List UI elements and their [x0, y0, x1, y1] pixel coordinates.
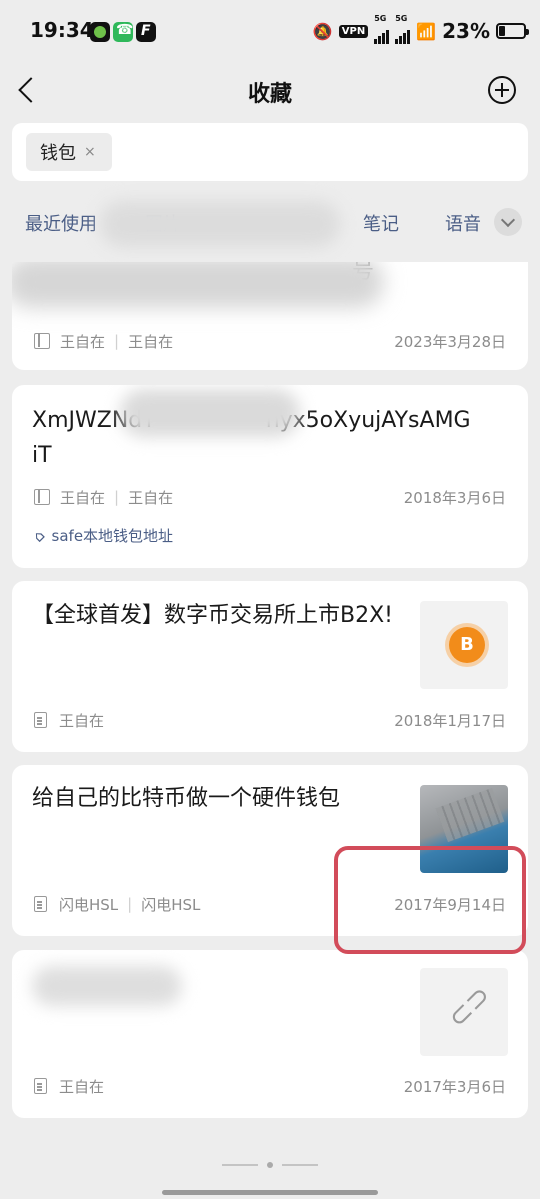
item-author: 王自在: [128, 332, 174, 351]
page-title: 收藏: [247, 82, 292, 107]
item-meta: 王自在 | 王自在 2018年3月6日: [34, 485, 506, 509]
meta-divider: |: [114, 488, 120, 506]
search-box[interactable]: 钱包 ×: [12, 123, 528, 181]
blur-mask: [32, 966, 182, 1006]
battery-percent: 23%: [442, 19, 490, 43]
tab-notes[interactable]: 笔记: [363, 210, 399, 236]
nav-bar: 收藏: [0, 64, 540, 116]
page-indicator: [0, 1160, 540, 1170]
add-icon[interactable]: [488, 76, 516, 104]
highlight-annotation: [334, 846, 526, 954]
status-bar: 19:34 🔕 VPN 5G 5G 📶 23%: [0, 0, 540, 64]
item-thumbnail: ⊂⊃: [420, 968, 508, 1056]
item-tag-label: safe本地钱包地址: [51, 527, 174, 545]
document-icon: [34, 896, 47, 912]
item-tag[interactable]: ⌂ safe本地钱包地址: [29, 525, 174, 546]
item-title-line2: iT: [32, 443, 52, 468]
tag-icon: ⌂: [29, 525, 49, 546]
item-source: 王自在: [59, 1077, 105, 1096]
status-time: 19:34: [30, 18, 94, 42]
favorite-item[interactable]: ⊂⊃ 王自在 2017年3月6日: [12, 950, 528, 1118]
cell-signal-icon: 5G: [395, 14, 411, 44]
phone-app-icon: [113, 22, 133, 42]
item-source: 王自在: [60, 332, 106, 351]
item-date: 2018年3月6日: [403, 488, 506, 507]
item-source: 闪电HSL: [59, 895, 119, 914]
battery-icon: [496, 23, 529, 39]
notebook-icon: [34, 333, 50, 349]
item-thumbnail: B: [420, 601, 508, 689]
item-source: 王自在: [60, 488, 106, 507]
item-date: 2018年1月17日: [394, 711, 506, 730]
item-title: 【全球首发】数字币交易所上市B2X!: [32, 603, 393, 628]
home-indicator[interactable]: [162, 1190, 378, 1195]
status-indicators: 🔕 VPN 5G 5G 📶 23%: [312, 14, 529, 44]
meta-divider: |: [127, 895, 133, 913]
vpn-badge: VPN: [338, 24, 369, 38]
bell-off-icon: 🔕: [312, 21, 333, 41]
favorite-item[interactable]: XmJWZNdY hyx5oXyujAYsAMG iT 王自在 | 王自在 201…: [12, 385, 528, 568]
item-title: 给自己的比特币做一个硬件钱包: [32, 786, 341, 811]
cell-signal-icon: 5G: [374, 14, 390, 44]
bitcoin-icon: B: [449, 627, 485, 663]
app-notification-icon: [90, 22, 110, 42]
item-author: 王自在: [128, 488, 174, 507]
document-icon: [34, 712, 47, 728]
item-meta: 王自在 | 王自在 2023年3月28日: [34, 329, 506, 353]
search-tag-chip[interactable]: 钱包 ×: [26, 133, 112, 171]
document-icon: [34, 1078, 47, 1094]
flash-app-icon: [136, 22, 156, 42]
sim2-label: 5G: [395, 14, 408, 23]
blur-mask: [120, 389, 300, 437]
tab-voice[interactable]: 语音: [445, 210, 481, 236]
tab-recent[interactable]: 最近使用: [25, 210, 97, 236]
meta-divider: |: [114, 332, 120, 350]
item-source: 王自在: [59, 711, 105, 730]
item-author: 闪电HSL: [141, 895, 201, 914]
blur-mask: [100, 201, 340, 247]
favorite-item[interactable]: 【全球首发】数字币交易所上市B2X! B 王自在 2018年1月17日: [12, 581, 528, 752]
wifi-icon: 📶: [416, 21, 437, 41]
link-icon: ⊂⊃: [440, 978, 498, 1035]
item-meta: 王自在 2018年1月17日: [34, 708, 506, 732]
search-tag-label: 钱包: [40, 143, 76, 164]
sim1-label: 5G: [374, 14, 387, 23]
item-meta: 王自在 2017年3月6日: [34, 1074, 506, 1098]
notebook-icon: [34, 489, 50, 505]
item-date: 2023年3月28日: [394, 332, 506, 351]
item-date: 2017年3月6日: [403, 1077, 506, 1096]
close-icon[interactable]: ×: [84, 144, 96, 160]
favorite-item[interactable]: 号 王自在 | 王自在 2023年3月28日: [12, 262, 528, 370]
chevron-down-icon[interactable]: [494, 208, 522, 236]
blur-mask: [12, 262, 384, 308]
